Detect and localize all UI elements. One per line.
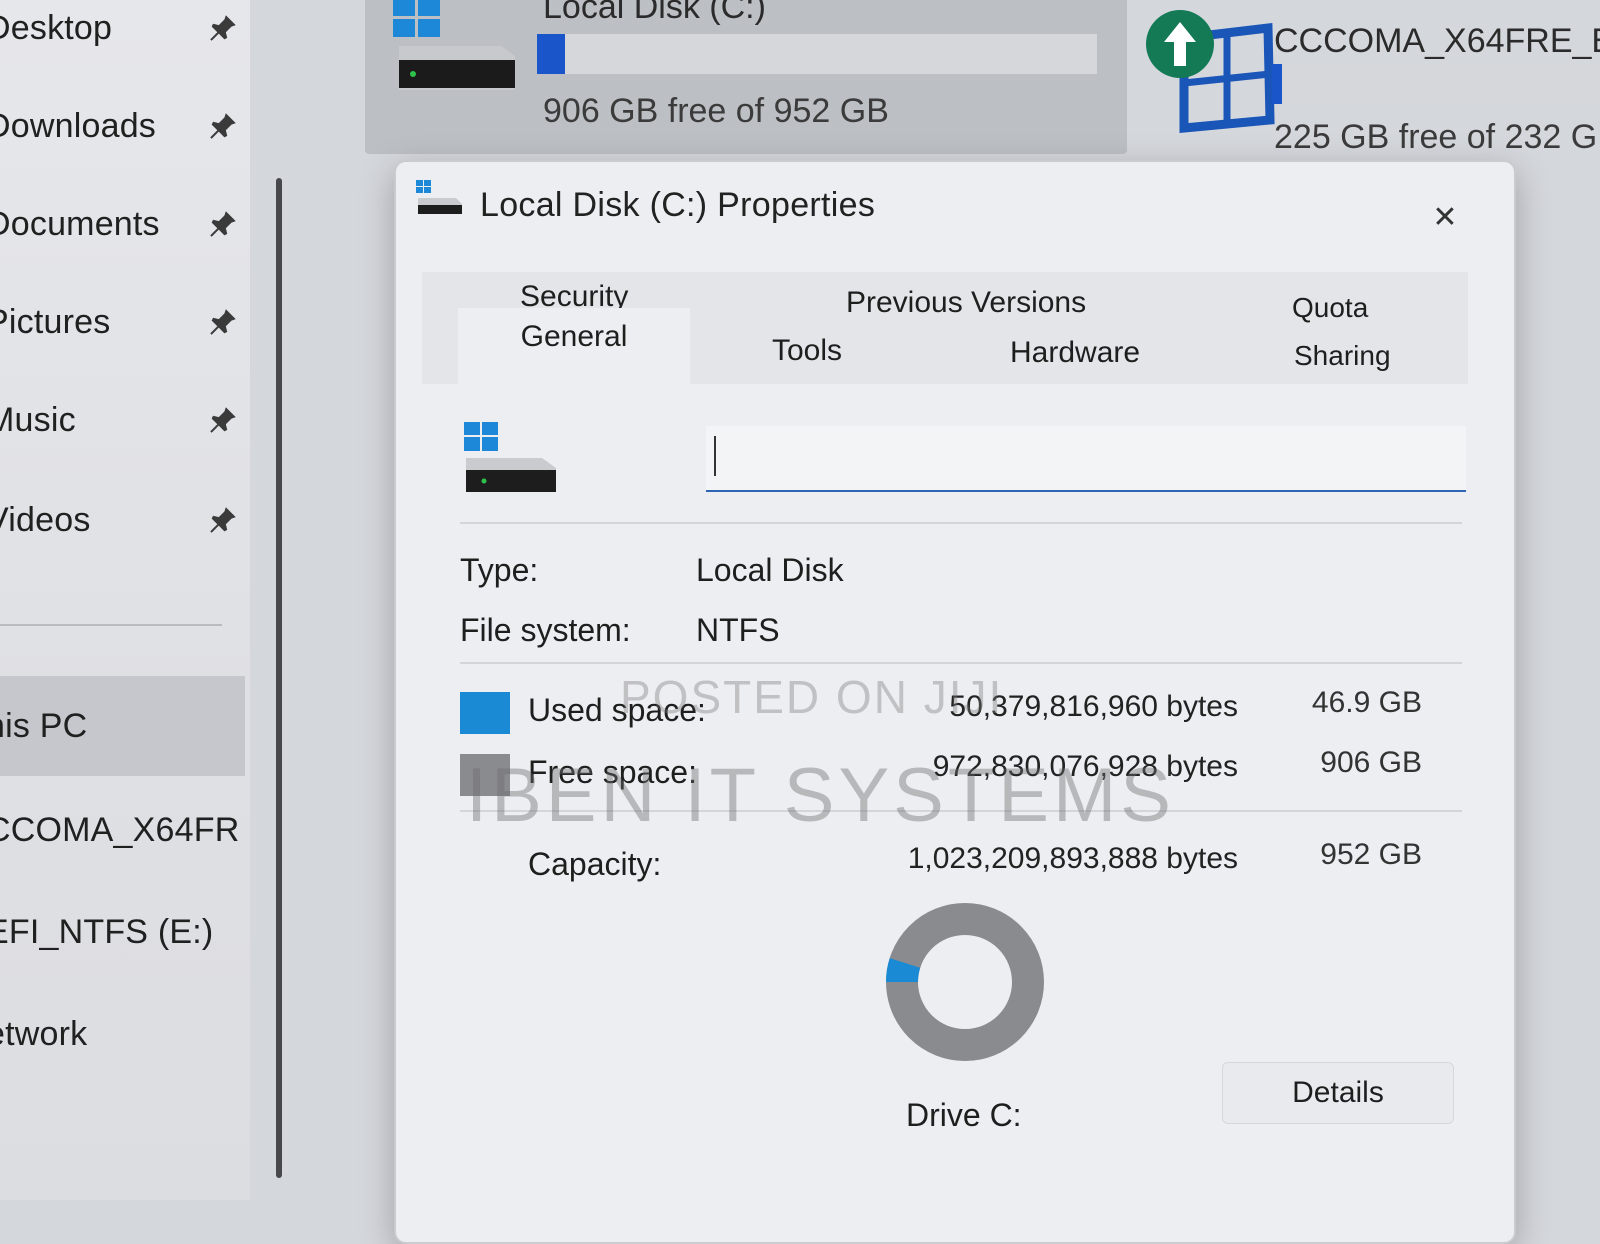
nav-item-label: etwork — [0, 1014, 88, 1053]
nav-item-label: Documents — [0, 204, 160, 243]
separator — [460, 522, 1462, 524]
tab-sharing[interactable]: Sharing — [1294, 340, 1391, 372]
nav-item-label: Downloads — [0, 106, 157, 145]
pin-icon — [210, 113, 236, 139]
nav-item-efi-drive[interactable]: EFI_NTFS (E:) — [0, 902, 245, 962]
details-button-label: Details — [1292, 1076, 1384, 1109]
close-button[interactable]: ✕ — [1428, 200, 1462, 234]
drive-usage-bar — [537, 34, 1097, 74]
capacity-gb: 952 GB — [1320, 838, 1422, 871]
text-caret — [714, 436, 716, 476]
free-space-swatch — [460, 754, 510, 796]
close-icon: ✕ — [1432, 200, 1458, 234]
pin-icon — [210, 309, 236, 335]
free-space-label: Free space: — [528, 754, 697, 790]
tab-general[interactable]: General — [458, 308, 690, 384]
tab-tools[interactable]: Tools — [772, 334, 842, 368]
pin-icon — [210, 211, 236, 237]
nav-item-label: CCOMA_X64FR — [0, 810, 240, 849]
tab-hardware[interactable]: Hardware — [1010, 336, 1140, 370]
drive-usage-fill — [537, 34, 565, 74]
file-system-label: File system: — [460, 612, 631, 648]
capacity-label: Capacity: — [528, 846, 662, 882]
properties-dialog: Local Disk (C:) Properties ✕ Security Pr… — [394, 160, 1516, 1244]
nav-item-label: Desktop — [0, 8, 113, 47]
nav-item-videos[interactable]: Videos — [0, 490, 245, 550]
used-space-swatch — [460, 692, 510, 734]
tab-general-label: General — [520, 320, 628, 353]
tab-previous-versions[interactable]: Previous Versions — [846, 286, 1086, 320]
free-space-bytes: 972,830,076,928 bytes — [932, 750, 1238, 783]
nav-item-this-pc[interactable]: his PC — [0, 676, 245, 776]
separator — [460, 810, 1462, 812]
nav-item-documents[interactable]: Documents — [0, 194, 245, 254]
nav-item-music[interactable]: Music — [0, 390, 245, 450]
nav-divider — [0, 624, 222, 626]
navigation-pane: Desktop Downloads Documents Pictures Mus… — [0, 0, 250, 1200]
pin-icon — [210, 507, 236, 533]
used-space-gb: 46.9 GB — [1311, 686, 1422, 719]
drive-icon — [464, 422, 556, 492]
free-space-ring — [886, 903, 1044, 1061]
setup-drive-icon — [1146, 10, 1275, 133]
drive-tile-usb[interactable]: CCCOMA_X64FRE_EN 225 GB free of 232 G — [1146, 0, 1600, 170]
nav-item-network[interactable]: etwork — [0, 1004, 245, 1064]
nav-item-label: Videos — [0, 500, 91, 539]
type-label: Type: — [460, 552, 539, 588]
tab-strip: Security Previous Versions Quota General… — [422, 272, 1468, 384]
windows-drive-icon — [393, 0, 515, 90]
sidebar-scrollbar[interactable] — [276, 178, 282, 1178]
drive-free-text: 906 GB free of 952 GB — [543, 92, 889, 130]
nav-item-label: EFI_NTFS (E:) — [0, 912, 214, 951]
capacity-bytes: 1,023,209,893,888 bytes — [907, 842, 1238, 875]
type-value: Local Disk — [696, 552, 844, 588]
pin-icon — [210, 15, 236, 41]
nav-item-pictures[interactable]: Pictures — [0, 292, 245, 352]
used-space-label: Used space: — [528, 692, 706, 728]
dialog-title: Local Disk (C:) Properties — [480, 186, 876, 224]
drive-free-text: 225 GB free of 232 G — [1274, 118, 1598, 156]
drive-title: Local Disk (C:) — [543, 0, 766, 26]
details-button[interactable]: Details — [1222, 1062, 1454, 1124]
nav-item-label: Music — [0, 400, 76, 439]
file-system-value: NTFS — [696, 612, 780, 648]
free-space-gb: 906 GB — [1320, 746, 1422, 779]
usage-donut-chart — [886, 903, 1044, 1061]
nav-item-label: his PC — [0, 706, 88, 745]
nav-item-downloads[interactable]: Downloads — [0, 96, 245, 156]
volume-label-input[interactable] — [706, 426, 1466, 492]
nav-item-usb-drive[interactable]: CCOMA_X64FR — [0, 800, 245, 860]
used-space-bytes: 50,379,816,960 bytes — [949, 690, 1238, 723]
pin-icon — [210, 407, 236, 433]
separator — [460, 662, 1462, 664]
drive-caption: Drive C: — [906, 1097, 1022, 1133]
drive-tile-local-disk-c[interactable]: Local Disk (C:) 906 GB free of 952 GB — [365, 0, 1127, 154]
drive-usage-fill — [1272, 64, 1283, 104]
drive-usage-bar — [1272, 64, 1600, 104]
drive-title: CCCOMA_X64FRE_EN — [1274, 22, 1600, 60]
drive-icon — [416, 180, 462, 214]
nav-item-desktop[interactable]: Desktop — [0, 0, 245, 58]
tab-quota[interactable]: Quota — [1292, 292, 1368, 324]
nav-item-label: Pictures — [0, 302, 111, 341]
